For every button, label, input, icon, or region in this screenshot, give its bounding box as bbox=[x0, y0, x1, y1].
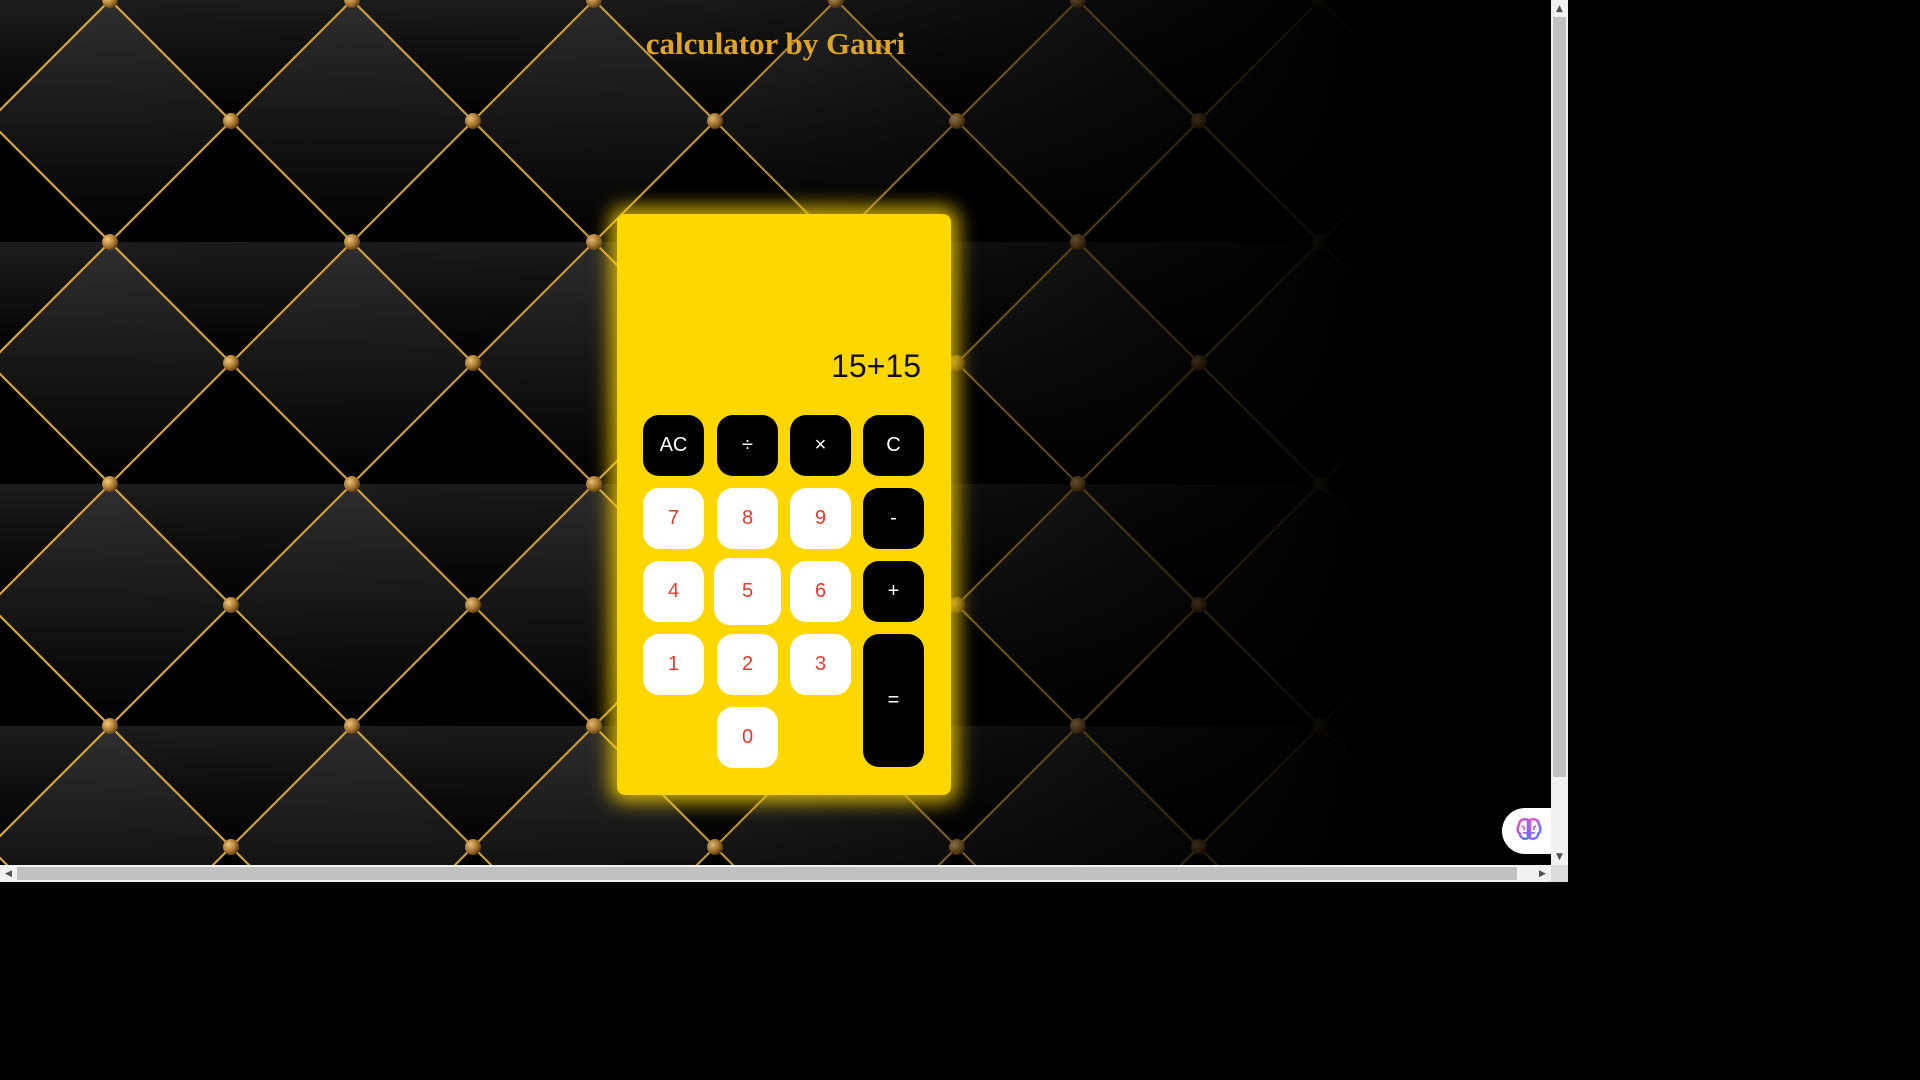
page: calculator by Gauri 15+15 AC ÷ × C 7 8 9… bbox=[0, 0, 1568, 882]
arrow-left-icon[interactable]: ◀ bbox=[0, 865, 17, 882]
horizontal-scroll-thumb[interactable] bbox=[17, 867, 1517, 880]
multiply-button[interactable]: × bbox=[790, 415, 851, 476]
digit-3-button[interactable]: 3 bbox=[790, 634, 851, 695]
digit-1-button[interactable]: 1 bbox=[643, 634, 704, 695]
digit-4-button[interactable]: 4 bbox=[643, 561, 704, 622]
arrow-up-icon[interactable]: ▲ bbox=[1551, 0, 1568, 17]
plus-button[interactable]: + bbox=[863, 561, 924, 622]
digit-9-button[interactable]: 9 bbox=[790, 488, 851, 549]
digit-7-button[interactable]: 7 bbox=[643, 488, 704, 549]
all-clear-button[interactable]: AC bbox=[643, 415, 704, 476]
digit-6-button[interactable]: 6 bbox=[790, 561, 851, 622]
minus-button[interactable]: - bbox=[863, 488, 924, 549]
digit-0-button[interactable]: 0 bbox=[717, 707, 778, 768]
brain-icon bbox=[1516, 817, 1542, 846]
arrow-right-icon[interactable]: ▶ bbox=[1534, 865, 1551, 882]
horizontal-scrollbar[interactable]: ◀ ▶ bbox=[0, 865, 1551, 882]
clear-button[interactable]: C bbox=[863, 415, 924, 476]
digit-2-button[interactable]: 2 bbox=[717, 634, 778, 695]
calculator: 15+15 AC ÷ × C 7 8 9 - 4 5 6 + 1 2 3 = 0 bbox=[617, 214, 951, 795]
calculator-display: 15+15 bbox=[831, 348, 921, 384]
digit-5-button[interactable]: 5 bbox=[714, 558, 781, 625]
equals-button[interactable]: = bbox=[863, 634, 924, 767]
scrollbar-corner bbox=[1551, 865, 1568, 882]
divide-button[interactable]: ÷ bbox=[717, 415, 778, 476]
vertical-scroll-thumb[interactable] bbox=[1553, 17, 1566, 777]
digit-8-button[interactable]: 8 bbox=[717, 488, 778, 549]
arrow-down-icon[interactable]: ▼ bbox=[1551, 848, 1568, 865]
vertical-scrollbar[interactable]: ▲ ▼ bbox=[1551, 0, 1568, 865]
page-title: calculator by Gauri bbox=[645, 26, 906, 61]
